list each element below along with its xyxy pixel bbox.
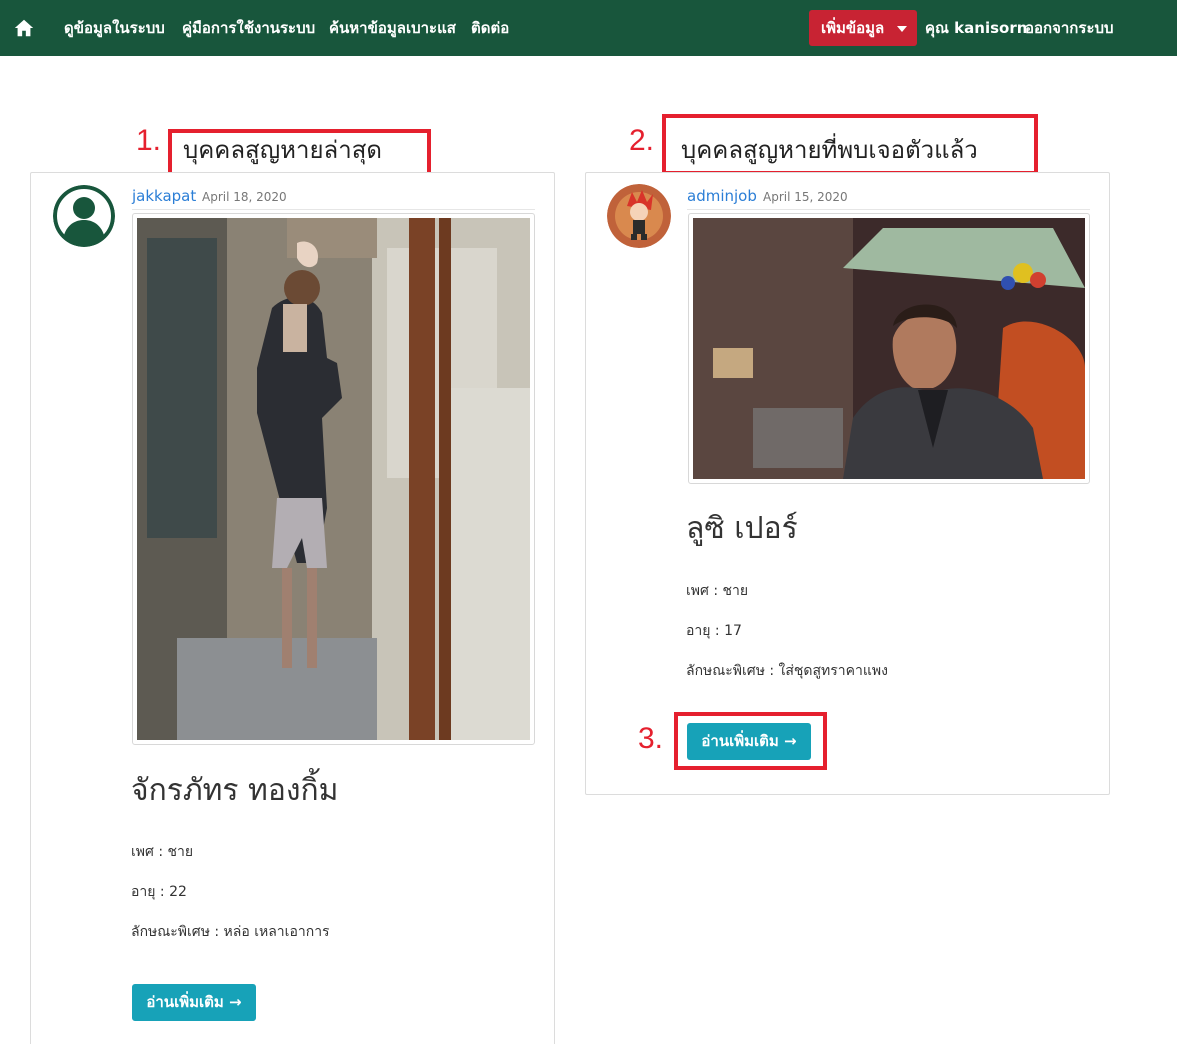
- nav-link-manual[interactable]: คู่มือการใช้งานระบบ: [182, 17, 315, 39]
- nav-link-contact[interactable]: ติดต่อ: [471, 17, 509, 39]
- section-title-found: บุคคลสูญหายที่พบเจอตัวแล้ว: [681, 136, 978, 164]
- annotation-number-3: 3.: [638, 722, 664, 755]
- person-features: ลักษณะพิเศษ : หล่อ เหลาเอาการ: [131, 924, 330, 940]
- nav-link-search-clues[interactable]: ค้นหาข้อมูลเบาะแส: [329, 17, 456, 39]
- annotation-number-1: 1.: [136, 124, 162, 157]
- post-date: April 18, 2020: [202, 190, 287, 204]
- person-name: ลูซิ เปอร์: [686, 511, 798, 546]
- divider: [132, 209, 535, 210]
- person-age: อายุ : 17: [686, 623, 742, 639]
- post-date: April 15, 2020: [763, 190, 848, 204]
- found-post-card: adminjob April 15, 2020 ลูซิ เปอร์ เพศ :…: [585, 172, 1110, 795]
- read-more-button[interactable]: อ่านเพิ่มเติม →: [132, 984, 256, 1021]
- nav-user-link[interactable]: คุณ kanisorn: [925, 17, 1027, 39]
- person-photo: [693, 218, 1085, 479]
- section-title-latest: บุคคลสูญหายล่าสุด: [183, 136, 382, 164]
- latest-post-card: jakkapat April 18, 2020 จักรภัทร ทองกิ้ม…: [30, 172, 555, 1044]
- divider: [687, 209, 1090, 210]
- nav-logout-link[interactable]: ออกจากระบบ: [1025, 17, 1114, 39]
- user-circle-icon: [53, 185, 115, 247]
- top-navbar: ดูข้อมูลในระบบ คู่มือการใช้งานระบบ ค้นหา…: [0, 0, 1177, 56]
- person-gender: เพศ : ชาย: [131, 844, 194, 860]
- person-features: ลักษณะพิเศษ : ใส่ชุดสูทราคาแพง: [686, 663, 888, 679]
- caret-down-icon: [897, 26, 907, 32]
- avatar: [53, 185, 115, 247]
- annotation-box-3: [674, 712, 827, 770]
- person-photo-frame: [132, 213, 535, 745]
- post-author-link[interactable]: jakkapat: [132, 187, 196, 205]
- avatar: [607, 184, 671, 248]
- cartoon-avatar-image: [607, 184, 671, 248]
- person-photo: [137, 218, 530, 740]
- nav-link-view-data[interactable]: ดูข้อมูลในระบบ: [64, 17, 165, 39]
- person-photo-frame: [688, 213, 1090, 484]
- add-data-label: เพิ่มข้อมูล: [821, 19, 885, 37]
- person-age: อายุ : 22: [131, 884, 187, 900]
- home-icon[interactable]: [13, 17, 35, 39]
- post-author-link[interactable]: adminjob: [687, 187, 757, 205]
- add-data-dropdown-button[interactable]: เพิ่มข้อมูล: [809, 10, 917, 46]
- person-name: จักรภัทร ทองกิ้ม: [131, 773, 339, 808]
- annotation-number-2: 2.: [629, 124, 655, 157]
- person-gender: เพศ : ชาย: [686, 583, 749, 599]
